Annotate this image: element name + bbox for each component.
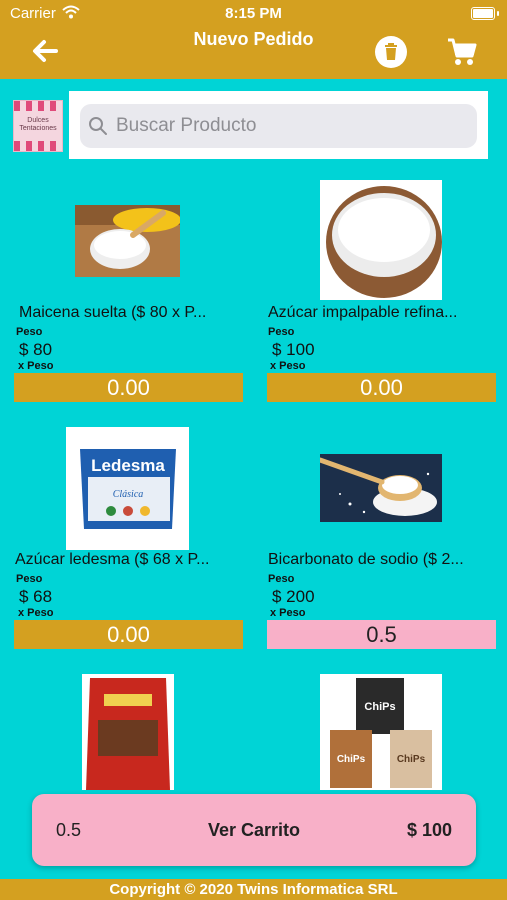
product-price: $ 68 — [19, 587, 53, 606]
quantity-field[interactable]: 0.00 — [267, 373, 496, 402]
price-unit: x Peso — [18, 607, 54, 619]
ledesma-sub: Clásica — [113, 489, 144, 500]
product-image-bicarbonato — [320, 454, 442, 522]
search-box[interactable] — [80, 104, 477, 148]
product-price: $ 200 — [272, 587, 315, 606]
ledesma-brand: Ledesma — [91, 456, 165, 475]
clock: 8:15 PM — [225, 5, 282, 22]
product-grid: Maicena suelta ($ 80 x P... Peso $ 80 x … — [0, 170, 507, 810]
unit-label: Peso — [16, 573, 43, 585]
search-input[interactable] — [114, 114, 458, 138]
product-name: Azúcar ledesma ($ 68 x P... — [15, 551, 210, 568]
product-image-ledesma: Ledesma Clásica — [66, 427, 189, 550]
trash-button[interactable] — [375, 36, 407, 68]
product-image-chips: ChiPs ChiPs ChiPs — [320, 674, 442, 790]
unit-label: Peso — [268, 326, 295, 338]
quantity-field[interactable]: 0.00 — [14, 620, 243, 649]
store-logo: Dulces Tentaciones — [13, 100, 63, 152]
product-image-maicena — [75, 205, 180, 277]
chips-label-top: ChiPs — [364, 701, 395, 713]
unit-label: Peso — [268, 573, 295, 585]
unit-label: Peso — [16, 326, 43, 338]
page-title: Nuevo Pedido — [193, 29, 314, 49]
product-price: $ 80 — [19, 340, 53, 359]
product-name: Maicena suelta ($ 80 x P... — [19, 304, 207, 321]
cart-icon[interactable] — [444, 34, 480, 70]
cart-total: $ 100 — [406, 820, 452, 840]
quantity-field[interactable]: 0.5 — [267, 620, 496, 649]
product-name: Bicarbonato de sodio ($ 2... — [268, 551, 464, 568]
nav-bar: Nuevo Pedido — [0, 26, 507, 79]
footer-copyright: Copyright © 2020 Twins Informatica SRL — [0, 879, 507, 900]
product-price: $ 100 — [272, 340, 315, 359]
search-container — [69, 91, 488, 159]
trash-icon — [385, 43, 397, 60]
price-unit: x Peso — [270, 607, 306, 619]
price-unit: x Peso — [18, 360, 54, 372]
product-name: Azúcar impalpable refina... — [268, 304, 458, 321]
battery-icon — [471, 7, 495, 20]
product-image-red-bag — [82, 674, 174, 790]
logo-band-top — [14, 101, 62, 111]
search-icon — [89, 117, 107, 135]
logo-band-bottom — [14, 141, 62, 151]
status-bar: Carrier 8:15 PM — [0, 0, 507, 26]
product-image-impalpable — [320, 180, 442, 300]
price-unit: x Peso — [270, 360, 306, 372]
chips-label-left: ChiPs — [337, 754, 366, 765]
search-row: Dulces Tentaciones — [0, 90, 507, 160]
quantity-field[interactable]: 0.00 — [14, 373, 243, 402]
view-cart-button[interactable]: 0.5 Ver Carrito $ 100 — [32, 794, 476, 866]
logo-text: Dulces Tentaciones — [19, 117, 57, 132]
chips-label-right: ChiPs — [397, 754, 426, 765]
battery-tip — [497, 11, 499, 16]
